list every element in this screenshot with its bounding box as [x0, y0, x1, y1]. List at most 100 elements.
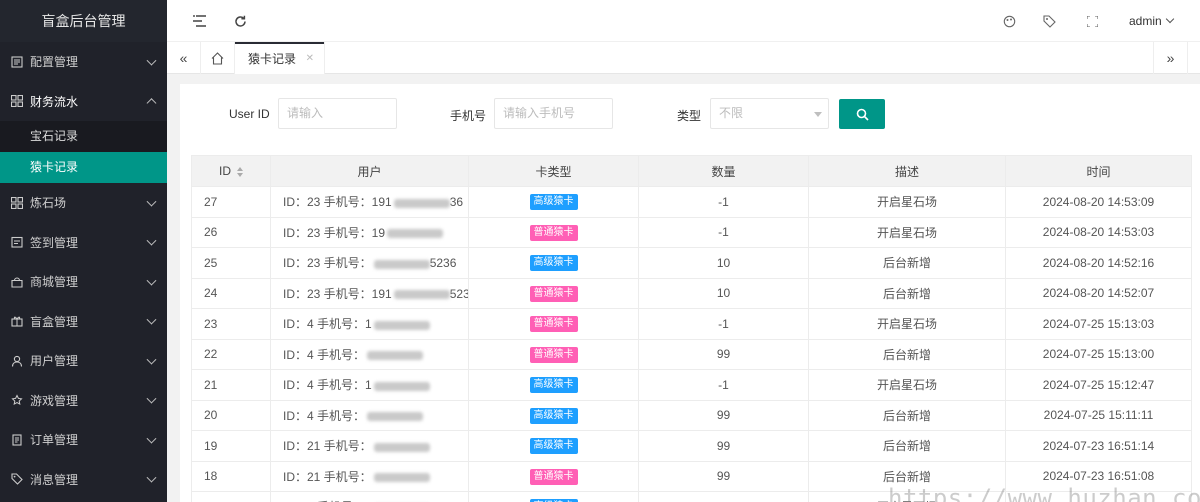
table-row[interactable]: 19 ID：21 手机号： 高级猿卡 99 后台新增 2024-07-23 16:51:1… — [191, 430, 1192, 462]
redacted-phone — [373, 259, 430, 269]
sidebar-submenu: 宝石记录 猿卡记录 — [0, 121, 167, 183]
cell-time: 2024-08-20 14:53:09 — [1005, 186, 1192, 218]
cell-card-type: 高级猿卡 — [468, 491, 639, 502]
sidebar-item-2[interactable]: 财务流水 — [0, 82, 167, 122]
table-row[interactable]: 18 ID：21 手机号： 普通猿卡 99 后台新增 2024-07-23 16:51:0… — [191, 460, 1192, 492]
table-row[interactable]: 22 ID：4 手机号： 普通猿卡 99 后台新增 2024-07-25 15:13:00 — [191, 338, 1192, 370]
table-row[interactable]: 20 ID：4 手机号： 高级猿卡 99 后台新增 2024-07-25 15:11:11 — [191, 399, 1192, 431]
home-icon[interactable] — [201, 42, 235, 74]
grid-icon — [10, 196, 23, 209]
theme-icon[interactable] — [1001, 13, 1017, 29]
phone-input[interactable]: 请输入手机号 — [494, 98, 613, 129]
col-id[interactable]: ID — [191, 155, 271, 187]
cell-description: 后台新增 — [808, 460, 1006, 492]
user-text: ID：4 手机号： — [283, 408, 366, 423]
cell-quantity: 99 — [638, 338, 809, 370]
tag-icon[interactable] — [1041, 13, 1057, 29]
tab-card-records[interactable]: 猿卡记录 ✕ — [235, 42, 325, 74]
sidebar-subitem-2[interactable]: 猿卡记录 — [0, 152, 167, 183]
cell-quantity: -1 — [638, 216, 809, 248]
cell-id: 19 — [191, 430, 271, 462]
tabs-more-icon[interactable] — [1187, 42, 1200, 74]
sidebar-item-label: 炼石场 — [30, 196, 67, 211]
fullscreen-icon[interactable] — [1084, 13, 1100, 29]
sidebar-item-7[interactable]: 用户管理 — [0, 341, 167, 381]
refresh-icon[interactable] — [232, 13, 248, 29]
sort-icon[interactable] — [237, 166, 243, 177]
chevron-down-icon — [146, 393, 157, 404]
col-card-type: 卡类型 — [468, 155, 639, 187]
table-row[interactable]: 23 ID：4 手机号：1 普通猿卡 -1 开启星石场 2024-07-25 15:13:… — [191, 308, 1192, 340]
table-row[interactable]: 27 ID：23 手机号：191 36 高级猿卡 -1 开启星石场 2024-08-20 1… — [191, 186, 1192, 218]
game-icon — [10, 394, 23, 407]
card-type-badge: 高级猿卡 — [529, 377, 578, 394]
card-type-badge: 普通猿卡 — [529, 285, 578, 302]
cell-time: 2024-08-20 14:53:03 — [1005, 216, 1192, 248]
table-row[interactable]: 25 ID：23 手机号： 5236 高级猿卡 10 后台新增 2024-08-20 14:… — [191, 247, 1192, 279]
col-quantity: 数量 — [638, 155, 809, 187]
sidebar-item-4[interactable]: 签到管理 — [0, 223, 167, 263]
close-icon[interactable]: ✕ — [306, 53, 314, 64]
records-table: ID 用户 卡类型 数量 描述 时间 27 ID：23 手机号：191 36 高级猿卡… — [191, 155, 1192, 502]
sidebar-item-3[interactable]: 炼石场 — [0, 183, 167, 223]
redacted-phone — [373, 473, 430, 483]
sidebar-item-8[interactable]: 游戏管理 — [0, 381, 167, 421]
cell-user: ID：21 手机号： — [270, 430, 469, 462]
user-text-suffix: 5236 — [449, 286, 468, 301]
sidebar-item-label: 盲盒管理 — [30, 314, 79, 329]
cell-time: 2024-07-25 15:12:47 — [1005, 369, 1192, 401]
table-row[interactable]: 21 ID：4 手机号：1 高级猿卡 -1 开启星石场 2024-07-25 15:12:… — [191, 369, 1192, 401]
cell-description: 后台新增 — [808, 247, 1006, 279]
tab-label: 猿卡记录 — [248, 51, 297, 66]
user-menu[interactable]: admin — [1129, 14, 1174, 28]
card-type-badge: 高级猿卡 — [529, 407, 578, 424]
user-text-suffix: 36 — [449, 195, 464, 210]
table-row[interactable]: 26 ID：23 手机号：19 普通猿卡 -1 开启星石场 2024-08-20 14:5… — [191, 216, 1192, 248]
user-text-suffix: 5236 — [429, 256, 457, 271]
sidebar-item-label: 财务流水 — [30, 94, 79, 109]
chevron-down-icon — [814, 112, 822, 117]
sidebar-item-9[interactable]: 订单管理 — [0, 420, 167, 460]
cell-description: 开启星石场 — [808, 216, 1006, 248]
chevron-down-icon — [1165, 14, 1174, 24]
cell-id: 26 — [191, 216, 271, 248]
col-time: 时间 — [1005, 155, 1192, 187]
user-text: ID：21 手机号： — [283, 439, 372, 454]
chevron-down-icon — [146, 472, 157, 483]
cell-card-type: 普通猿卡 — [468, 460, 639, 492]
sidebar-item-label: 商城管理 — [30, 275, 79, 290]
sidebar-subitem-1[interactable]: 宝石记录 — [0, 121, 167, 152]
cell-time: 2024-07-25 15:13:00 — [1005, 338, 1192, 370]
cell-card-type: 高级猿卡 — [468, 247, 639, 279]
sidebar-item-1[interactable]: 配置管理 — [0, 42, 167, 82]
tabs-scroll-left-icon[interactable]: « — [167, 42, 201, 74]
sidebar-item-label: 订单管理 — [30, 433, 79, 448]
sidebar-item-5[interactable]: 商城管理 — [0, 262, 167, 302]
sidebar-item-6[interactable]: 盲盒管理 — [0, 302, 167, 342]
sidebar-item-label: 游戏管理 — [30, 393, 79, 408]
cell-description: 开启星石场 — [808, 186, 1006, 218]
type-select[interactable]: 不限 — [710, 98, 829, 129]
config-icon — [10, 55, 23, 68]
cell-user: ID：4 手机号： — [270, 338, 469, 370]
cell-id: 25 — [191, 247, 271, 279]
cell-user: ID：4 手机号： — [270, 399, 469, 431]
main-content: User ID 请输入 手机号 请输入手机号 类型 不限 ID 用户 卡类型 数… — [180, 84, 1200, 502]
userid-input[interactable]: 请输入 — [278, 98, 397, 129]
col-id-label: ID — [219, 164, 231, 178]
redacted-phone — [393, 290, 450, 300]
menu-toggle-icon[interactable] — [191, 13, 207, 29]
cell-id: 27 — [191, 186, 271, 218]
sidebar-item-label: 签到管理 — [30, 235, 79, 250]
user-text: ID：23 手机号：191 — [283, 195, 392, 210]
tabs-scroll-right-icon[interactable]: » — [1153, 42, 1187, 74]
chevron-down-icon — [146, 235, 157, 246]
cell-quantity: 10 — [638, 247, 809, 279]
sidebar-item-10[interactable]: 消息管理 — [0, 460, 167, 500]
table-row[interactable]: 17ID：6 手机号：1高级猿卡-1开启星石场2024-07-23 16:46:… — [191, 491, 1192, 502]
cell-user: ID：23 手机号：191 5236 — [270, 277, 469, 309]
table-row[interactable]: 24 ID：23 手机号：191 5236 普通猿卡 10后台新增2024-08-20 … — [191, 277, 1192, 309]
search-button[interactable] — [839, 99, 885, 129]
cell-description: 开启星石场 — [808, 491, 1006, 502]
cell-quantity: -1 — [638, 186, 809, 218]
